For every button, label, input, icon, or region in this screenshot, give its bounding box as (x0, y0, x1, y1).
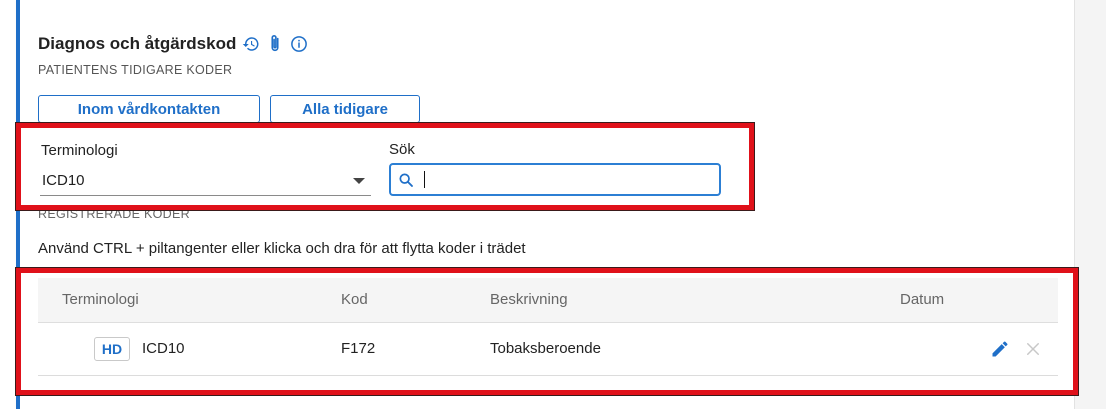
paperclip-icon[interactable] (266, 35, 284, 53)
page: Diagnos och åtgärdskod PATIENTENS TIDIGA… (0, 0, 1106, 409)
history-icon[interactable] (242, 35, 260, 53)
highlight-frame-search (15, 122, 755, 211)
previous-codes-subheading: PATIENTENS TIDIGARE KODER (38, 63, 233, 77)
card-title: Diagnos och åtgärdskod (38, 34, 237, 53)
reorder-hint: Använd CTRL + piltangenter eller klicka … (38, 240, 526, 257)
card-header: Diagnos och åtgärdskod (38, 32, 308, 56)
info-icon[interactable] (290, 35, 308, 53)
within-contact-button[interactable]: Inom vårdkontakten (38, 95, 260, 123)
highlight-frame-table (15, 267, 1079, 396)
scroll-gutter (1074, 0, 1106, 409)
all-previous-button[interactable]: Alla tidigare (270, 95, 420, 123)
